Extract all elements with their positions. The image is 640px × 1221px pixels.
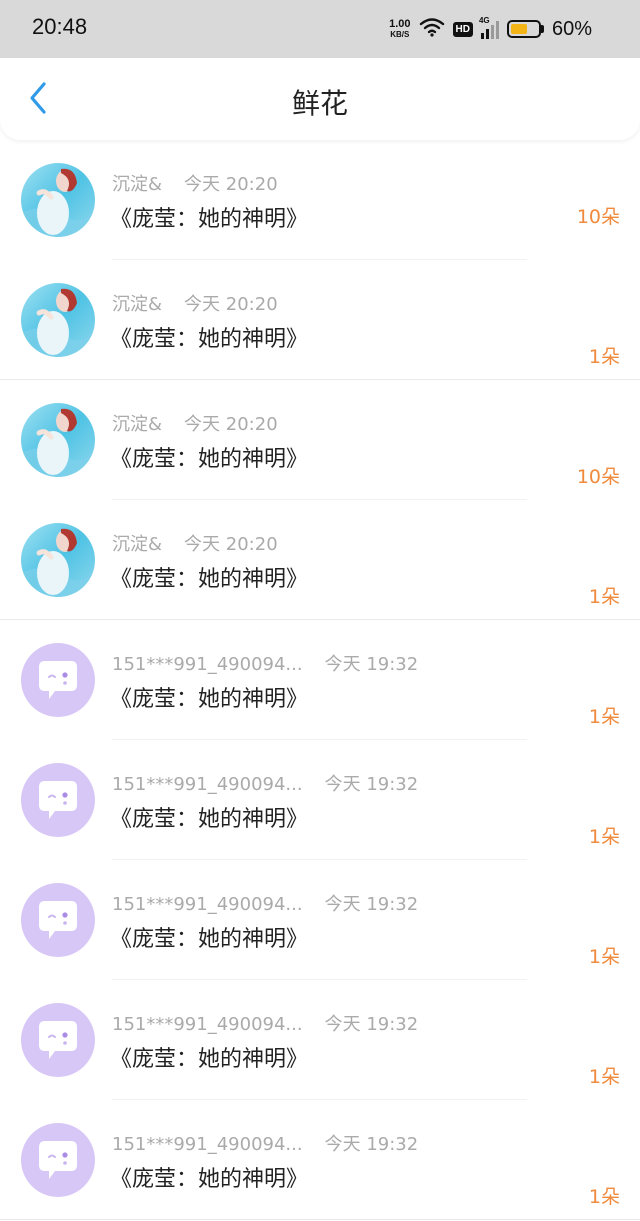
item-time: 今天 19:32 [324, 894, 419, 915]
item-meta: 151***991_490094... 今天 19:32 [112, 650, 418, 676]
book-title: 《庞莹：她的神明》 [110, 1167, 309, 1192]
list-item[interactable]: 151***991_490094... 今天 19:32 《庞莹：她的神明》 1朵 [0, 860, 640, 980]
item-time: 今天 20:20 [184, 174, 278, 195]
battery-icon [506, 20, 544, 38]
item-time: 今天 20:20 [184, 294, 278, 315]
item-time: 今天 19:32 [324, 1134, 419, 1155]
app-header: 鲜花 [0, 58, 640, 140]
hd-badge: HD [452, 21, 473, 37]
book-title: 《庞莹：她的神明》 [110, 447, 309, 472]
item-time: 今天 19:32 [324, 774, 419, 795]
item-time: 今天 20:20 [184, 534, 278, 555]
book-title: 《庞莹：她的神明》 [110, 567, 309, 592]
network-speed-unit: KB/S [390, 30, 410, 39]
item-meta: 沉淀& 今天 20:20 [112, 410, 278, 436]
item-meta: 沉淀& 今天 20:20 [112, 170, 278, 196]
avatar[interactable] [21, 1003, 95, 1077]
wifi-icon [419, 17, 445, 41]
book-title: 《庞莹：她的神明》 [110, 327, 309, 352]
status-bar: 20:48 1.00 KB/S HD 4G 60% [0, 0, 640, 58]
item-time: 今天 19:32 [324, 1014, 419, 1035]
list-item[interactable]: 151***991_490094... 今天 19:32 《庞莹：她的神明》 1朵 [0, 740, 640, 860]
list-item[interactable]: 沉淀& 今天 20:20 《庞莹：她的神明》 10朵 [0, 380, 640, 500]
item-meta: 沉淀& 今天 20:20 [112, 530, 278, 556]
avatar[interactable] [21, 643, 95, 717]
book-title: 《庞莹：她的神明》 [110, 207, 309, 232]
flower-list: 沉淀& 今天 20:20 《庞莹：她的神明》 10朵 沉淀& 今天 20:20 《庞莹：她… [0, 140, 640, 1220]
list-item[interactable]: 沉淀& 今天 20:20 《庞莹：她的神明》 1朵 [0, 260, 640, 380]
page-title: 鲜花 [291, 87, 348, 120]
user-name: 151***991_490094... [112, 1134, 303, 1155]
network-type-label: 4G [478, 16, 490, 25]
signal-icon: 4G [478, 16, 499, 39]
user-name: 沉淀& [112, 414, 163, 435]
list-item[interactable]: 151***991_490094... 今天 19:32 《庞莹：她的神明》 1朵 [0, 620, 640, 740]
list-item[interactable]: 沉淀& 今天 20:20 《庞莹：她的神明》 1朵 [0, 500, 640, 620]
status-indicators: 1.00 KB/S HD 4G 60% [389, 14, 592, 44]
flower-count: 10朵 [576, 466, 620, 488]
item-meta: 151***991_490094... 今天 19:32 [112, 890, 418, 916]
flower-count: 1朵 [588, 946, 620, 968]
book-title: 《庞莹：她的神明》 [110, 807, 309, 832]
book-title: 《庞莹：她的神明》 [110, 687, 309, 712]
user-name: 151***991_490094... [112, 654, 303, 675]
avatar[interactable] [21, 1123, 95, 1197]
list-item[interactable]: 151***991_490094... 今天 19:32 《庞莹：她的神明》 1朵 [0, 1100, 640, 1220]
flower-count: 1朵 [588, 1066, 620, 1088]
flower-count: 1朵 [588, 826, 620, 848]
item-meta: 151***991_490094... 今天 19:32 [112, 1130, 418, 1156]
user-name: 151***991_490094... [112, 894, 303, 915]
book-title: 《庞莹：她的神明》 [110, 927, 309, 952]
item-time: 今天 19:32 [324, 654, 419, 675]
flower-count: 1朵 [588, 706, 620, 728]
item-meta: 沉淀& 今天 20:20 [112, 290, 278, 316]
flower-count: 1朵 [588, 586, 620, 608]
item-meta: 151***991_490094... 今天 19:32 [112, 770, 418, 796]
book-title: 《庞莹：她的神明》 [110, 1047, 309, 1072]
avatar[interactable] [21, 403, 95, 477]
flower-count: 1朵 [588, 346, 620, 368]
avatar[interactable] [21, 883, 95, 957]
item-meta: 151***991_490094... 今天 19:32 [112, 1010, 418, 1036]
user-name: 沉淀& [112, 534, 163, 555]
user-name: 151***991_490094... [112, 1014, 303, 1035]
avatar[interactable] [21, 283, 95, 357]
list-item[interactable]: 151***991_490094... 今天 19:32 《庞莹：她的神明》 1朵 [0, 980, 640, 1100]
network-speed-value: 1.00 [389, 18, 411, 30]
network-speed: 1.00 KB/S [389, 18, 411, 40]
battery-percent: 60% [551, 17, 592, 40]
list-item[interactable]: 沉淀& 今天 20:20 《庞莹：她的神明》 10朵 [0, 140, 640, 260]
avatar[interactable] [21, 763, 95, 837]
flower-count: 10朵 [576, 206, 620, 228]
user-name: 沉淀& [112, 294, 163, 315]
flower-count: 1朵 [588, 1186, 620, 1208]
avatar[interactable] [21, 163, 95, 237]
avatar[interactable] [21, 523, 95, 597]
item-time: 今天 20:20 [184, 414, 278, 435]
user-name: 151***991_490094... [112, 774, 303, 795]
user-name: 沉淀& [112, 174, 163, 195]
status-time: 20:48 [32, 14, 88, 39]
